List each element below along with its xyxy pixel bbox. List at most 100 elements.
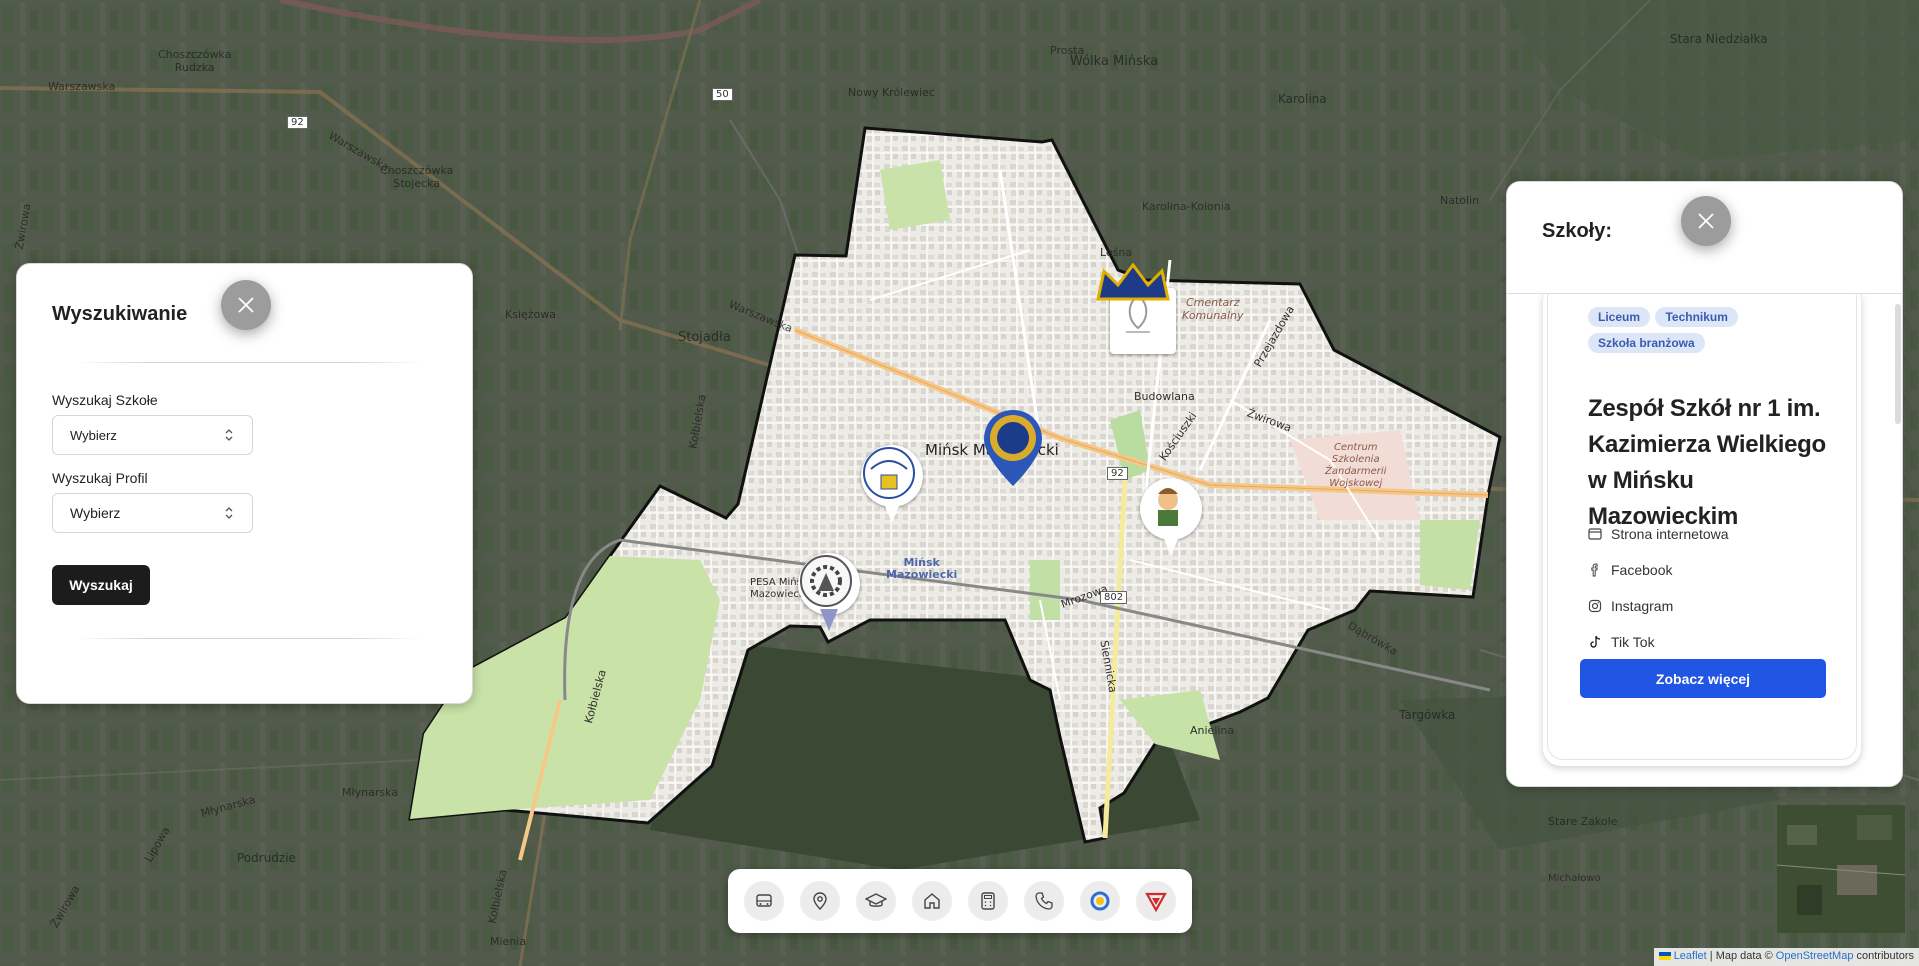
link-label: Instagram bbox=[1611, 598, 1674, 614]
school-marker[interactable] bbox=[1140, 478, 1202, 558]
home-button[interactable] bbox=[912, 881, 952, 921]
badge-type: Technikum bbox=[1655, 307, 1738, 327]
school-logo-icon bbox=[798, 553, 860, 615]
map-label: Karolina-Kolonia bbox=[1142, 200, 1231, 213]
map-label: Anielina bbox=[1190, 724, 1235, 737]
search-panel-close-button[interactable] bbox=[221, 280, 271, 330]
profile-select-value: Wybierz bbox=[70, 505, 121, 521]
map-pin-icon bbox=[984, 410, 1042, 486]
map-label: Michałowo bbox=[1548, 873, 1601, 884]
website-link[interactable]: Strona internetowa bbox=[1588, 526, 1729, 542]
school-logo-icon bbox=[861, 445, 923, 507]
facebook-link[interactable]: Facebook bbox=[1588, 562, 1672, 578]
circle-logo-icon bbox=[1090, 891, 1110, 911]
map-label-station: Mińsk Mazowiecki bbox=[886, 556, 958, 581]
close-icon bbox=[238, 297, 254, 313]
home-icon bbox=[924, 893, 940, 909]
tiktok-link[interactable]: Tik Tok bbox=[1588, 634, 1655, 650]
map-label: Podrudzie bbox=[237, 851, 296, 865]
map-label: Leśna bbox=[1100, 246, 1133, 259]
crown-logo-icon bbox=[1096, 263, 1170, 301]
attribution-suffix: contributors bbox=[1856, 950, 1914, 962]
map-label: Budowlana bbox=[1134, 390, 1195, 403]
osm-link[interactable]: OpenStreetMap bbox=[1776, 950, 1854, 962]
divider bbox=[77, 362, 422, 363]
map-label: Mienia bbox=[490, 935, 527, 948]
map-label: Targówka bbox=[1399, 708, 1456, 722]
divider bbox=[77, 638, 422, 639]
close-icon bbox=[1698, 213, 1714, 229]
link-label: Strona internetowa bbox=[1611, 526, 1729, 542]
bus-icon bbox=[756, 894, 772, 907]
map-label: Cmentarz Komunalny bbox=[1182, 296, 1244, 322]
school-marker-selected[interactable] bbox=[982, 408, 1044, 488]
map-label: Księżowa bbox=[505, 308, 557, 321]
map-label: Stara Niedziałka bbox=[1670, 32, 1768, 46]
school-card[interactable]: Liceum Technikum Szkoła branżowa Zespół … bbox=[1547, 294, 1857, 760]
leaflet-link[interactable]: Leaflet bbox=[1674, 950, 1707, 962]
profile-select[interactable]: Wybierz bbox=[52, 493, 253, 533]
graduation-cap-icon bbox=[865, 893, 887, 907]
schools-button[interactable] bbox=[856, 881, 896, 921]
schools-list[interactable]: Liceum Technikum Szkoła branżowa Zespół … bbox=[1507, 294, 1902, 786]
chevron-up-down-icon bbox=[225, 507, 233, 519]
see-more-button[interactable]: Zobacz więcej bbox=[1580, 659, 1826, 698]
road-shield: 92 bbox=[287, 116, 308, 129]
road-shield: 92 bbox=[1107, 467, 1128, 480]
map-label: Stojadła bbox=[678, 330, 731, 345]
partner-logo-button[interactable] bbox=[1136, 881, 1176, 921]
marker-tip bbox=[883, 501, 901, 523]
category-toolbar bbox=[728, 869, 1192, 933]
calculator-icon bbox=[981, 892, 995, 910]
search-button[interactable]: Wyszukaj bbox=[52, 565, 150, 605]
school-logo-icon bbox=[1140, 478, 1202, 540]
map-label: Choszczówka Rudzka bbox=[158, 48, 232, 74]
marker-tip bbox=[820, 609, 838, 631]
contact-button[interactable] bbox=[1024, 881, 1064, 921]
map-label: Natolin bbox=[1440, 194, 1480, 207]
map-label: Stare Zakole bbox=[1548, 815, 1618, 828]
schools-panel-close-button[interactable] bbox=[1681, 196, 1731, 246]
facebook-icon bbox=[1591, 563, 1598, 577]
calculator-button[interactable] bbox=[968, 881, 1008, 921]
school-badges: Liceum Technikum Szkoła branżowa bbox=[1588, 307, 1818, 359]
partner-logo-button[interactable] bbox=[1080, 881, 1120, 921]
link-label: Tik Tok bbox=[1611, 634, 1655, 650]
map-label: Centrum Szkolenia Żandarmerii Wojskowej bbox=[1325, 442, 1387, 489]
map-pin-icon bbox=[813, 892, 827, 910]
instagram-icon bbox=[1588, 599, 1602, 613]
schools-panel-title: Szkoły: bbox=[1542, 220, 1613, 242]
link-label: Facebook bbox=[1611, 562, 1673, 578]
school-marker[interactable] bbox=[861, 445, 923, 525]
map-attribution: Leaflet | Map data © OpenStreetMap contr… bbox=[1653, 948, 1919, 966]
phone-icon bbox=[1035, 892, 1053, 910]
marker-tip bbox=[1162, 534, 1180, 556]
tiktok-icon bbox=[1590, 635, 1601, 648]
browser-icon bbox=[1588, 528, 1602, 540]
minimap[interactable] bbox=[1777, 805, 1905, 933]
map-label: Warszawska bbox=[48, 80, 116, 93]
shield-logo-icon bbox=[1145, 892, 1167, 912]
bus-button[interactable] bbox=[744, 881, 784, 921]
school-marker[interactable] bbox=[798, 553, 860, 633]
instagram-link[interactable]: Instagram bbox=[1588, 598, 1673, 614]
map-label: Choszczówka Stojecka bbox=[380, 164, 454, 190]
schools-panel: Szkoły: Liceum Technikum Szkoła branżowa… bbox=[1506, 181, 1903, 787]
search-panel: Wyszukiwanie Wyszukaj Szkołe Wybierz Wys… bbox=[16, 263, 473, 704]
minimap-image bbox=[1777, 805, 1905, 933]
profile-select-label: Wyszukaj Profil bbox=[52, 470, 148, 486]
road-shield: 802 bbox=[1100, 591, 1128, 604]
map-label: Karolina bbox=[1278, 92, 1327, 106]
scrollbar[interactable] bbox=[1895, 304, 1901, 424]
location-button[interactable] bbox=[800, 881, 840, 921]
school-name: Zespół Szkół nr 1 im. Kazimierza Wielkie… bbox=[1588, 395, 1826, 530]
map-label: Wólka Mińska bbox=[1070, 54, 1159, 69]
road-shield: 50 bbox=[712, 88, 733, 101]
search-panel-title: Wyszukiwanie bbox=[52, 303, 188, 325]
attribution-text: | Map data © bbox=[1709, 950, 1773, 962]
crown-marker[interactable] bbox=[1094, 263, 1172, 303]
school-select[interactable]: Wybierz bbox=[52, 415, 253, 455]
badge-type: Szkoła branżowa bbox=[1588, 333, 1705, 353]
ukraine-flag-icon bbox=[1658, 952, 1671, 961]
badge-type: Liceum bbox=[1588, 307, 1651, 327]
